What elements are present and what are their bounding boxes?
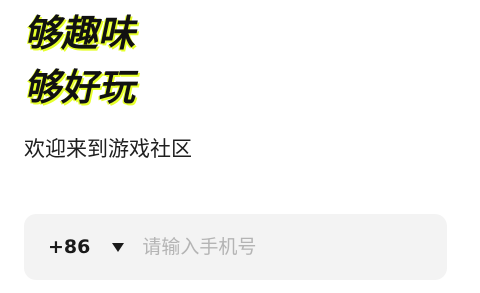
country-code-selector[interactable]: +86 bbox=[48, 214, 125, 280]
headline-line-1: 够趣味 bbox=[22, 12, 143, 55]
welcome-subtitle: 欢迎来到游戏社区 bbox=[24, 137, 192, 161]
country-code-label: +86 bbox=[48, 236, 91, 258]
headline-line-2: 够好玩 bbox=[22, 66, 143, 109]
phone-number-input[interactable] bbox=[142, 227, 447, 267]
phone-input-container: +86 bbox=[24, 214, 447, 280]
caret-down-icon bbox=[112, 242, 125, 252]
